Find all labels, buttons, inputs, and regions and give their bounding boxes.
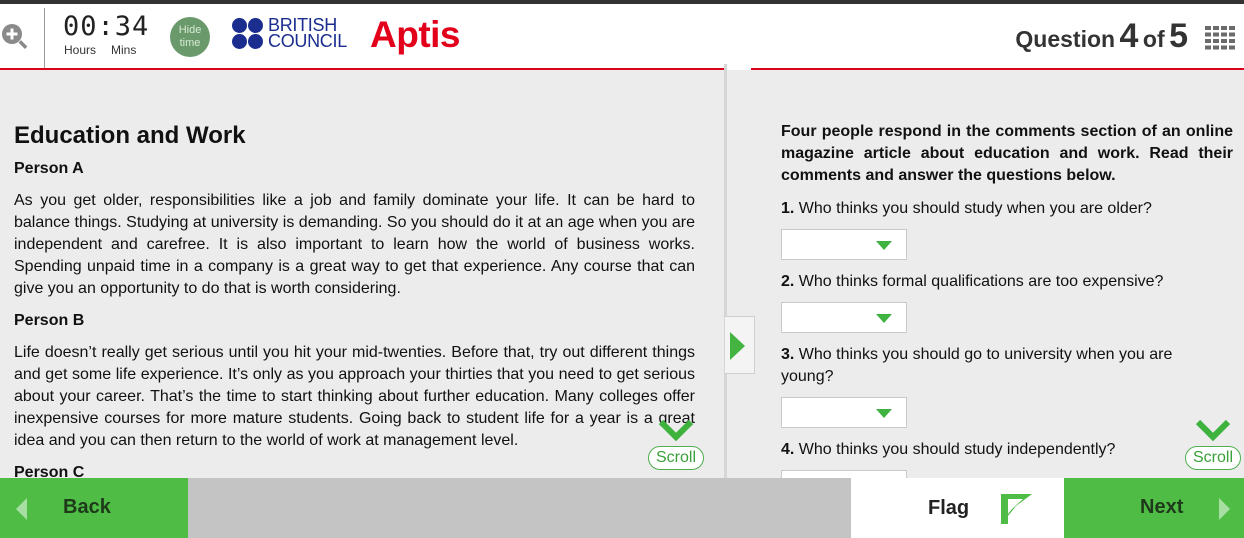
chevron-right-icon: [730, 332, 745, 360]
task-instructions: Four people respond in the comments sect…: [781, 123, 1233, 184]
questions-panel[interactable]: Four people respond in the comments sect…: [727, 70, 1244, 478]
question-1-select[interactable]: [781, 229, 907, 260]
question-3-text: 3. Who thinks you should go to universit…: [781, 344, 1191, 388]
header-divider: [44, 8, 45, 70]
question-of: of: [1142, 26, 1165, 52]
top-bar: 00:34 Hours Mins Hide time BRITISH COUNCI…: [0, 0, 1244, 74]
question-total: 5: [1169, 17, 1188, 55]
timer-value: 00:34: [63, 11, 150, 42]
person-a-heading: Person A: [14, 160, 84, 177]
zoom-in-icon[interactable]: [0, 22, 30, 52]
next-button[interactable]: Next: [1064, 478, 1244, 538]
question-1-text: 1. Who thinks you should study when you …: [781, 198, 1201, 220]
british-council-dots-icon: [232, 18, 264, 50]
british-council-logo: BRITISH COUNCIL: [232, 16, 347, 53]
questions-scroll-indicator[interactable]: Scroll: [1185, 418, 1243, 472]
flag-button[interactable]: Flag: [851, 478, 1064, 538]
person-a-text: As you get older, responsibilities like …: [14, 192, 695, 297]
question-4-number: 4.: [781, 441, 795, 458]
question-4-label: Who thinks you should study independentl…: [798, 441, 1116, 458]
flag-button-label: Flag: [928, 497, 970, 519]
timer-hours-label: Hours: [64, 43, 97, 57]
questions-scroll-label: Scroll: [1185, 446, 1241, 470]
back-button-label: Back: [63, 496, 111, 518]
timer-mins-label: Mins: [111, 43, 137, 57]
person-c-heading: Person C: [14, 464, 85, 478]
hide-time-button[interactable]: Hide time: [170, 17, 210, 57]
aptis-logo: Aptis: [370, 14, 461, 55]
question-4-text: 4. Who thinks you should study independe…: [781, 439, 1201, 461]
question-2-text: 2. Who thinks formal qualifications are …: [781, 271, 1201, 293]
person-b-text: Life doesn’t really get serious until yo…: [14, 344, 695, 449]
flag-icon: [1001, 494, 1032, 524]
passage-scroll-indicator[interactable]: Scroll: [648, 418, 706, 472]
question-word: Question: [1015, 26, 1116, 52]
next-button-label: Next: [1140, 496, 1184, 518]
dropdown-arrow-icon: [876, 409, 892, 418]
question-2-select[interactable]: [781, 302, 907, 333]
question-counter: Question 4 of 5: [1015, 17, 1188, 56]
dropdown-arrow-icon: [876, 314, 892, 323]
passage-scroll-label: Scroll: [648, 446, 704, 470]
question-4-select[interactable]: [781, 470, 907, 478]
bottom-nav-bar: Back Flag Next: [0, 478, 1244, 538]
timer: 00:34 Hours Mins: [63, 11, 150, 58]
question-2-label: Who thinks formal qualifications are too…: [798, 273, 1164, 290]
question-3-select[interactable]: [781, 397, 907, 428]
hide-time-label-1: Hide: [178, 24, 202, 36]
person-b-heading: Person B: [14, 312, 85, 329]
passage-title: Education and Work: [14, 122, 246, 149]
back-button[interactable]: Back: [0, 478, 188, 538]
dropdown-arrow-icon: [876, 241, 892, 250]
question-1-number: 1.: [781, 200, 795, 217]
brand-line-2: COUNCIL: [268, 31, 347, 51]
question-2-number: 2.: [781, 273, 795, 290]
expand-panel-button[interactable]: [725, 316, 755, 374]
chevron-down-icon: [658, 419, 694, 442]
hide-time-label-2: time: [179, 37, 201, 49]
question-3-label: Who thinks you should go to university w…: [781, 346, 1173, 385]
question-grid-icon[interactable]: [1205, 26, 1235, 50]
question-3-number: 3.: [781, 346, 795, 363]
question-current: 4: [1119, 17, 1139, 55]
reading-passage-panel[interactable]: Education and Work Person A As you get o…: [0, 70, 726, 478]
chevron-down-icon: [1195, 419, 1231, 442]
chevron-left-icon: [16, 498, 27, 520]
question-1-label: Who thinks you should study when you are…: [798, 200, 1152, 217]
chevron-right-icon: [1219, 498, 1230, 520]
